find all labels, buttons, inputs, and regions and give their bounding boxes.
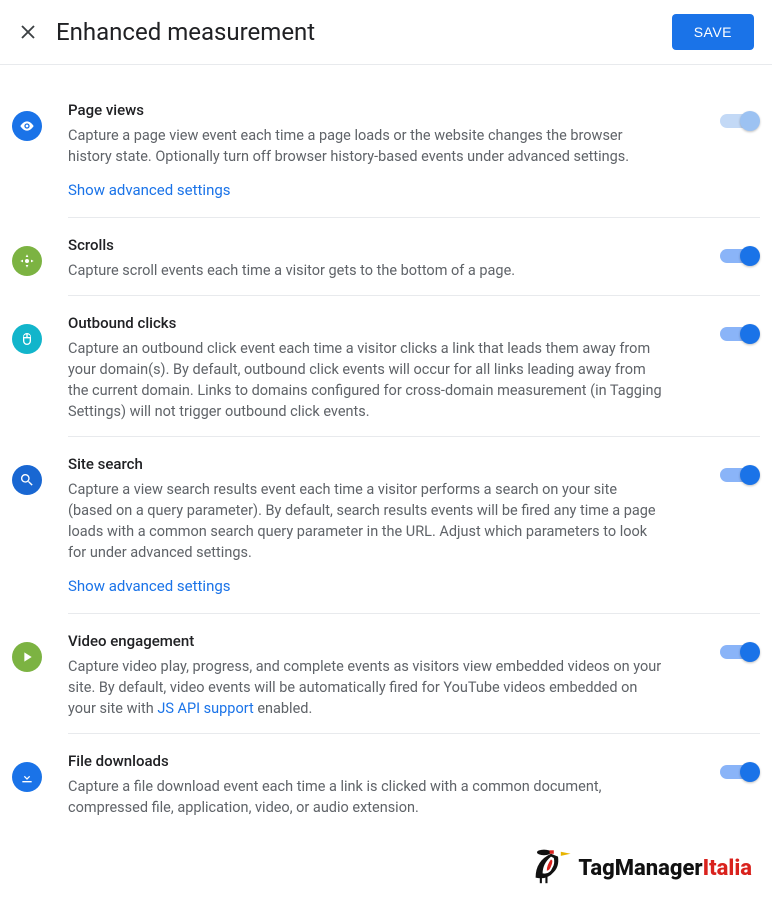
- toggle-outbound-clicks[interactable]: [720, 324, 760, 344]
- setting-row-video-engagement: Video engagement Capture video play, pro…: [68, 614, 760, 734]
- setting-description: Capture video play, progress, and comple…: [68, 656, 664, 719]
- setting-row-scrolls: Scrolls Capture scroll events each time …: [68, 218, 760, 296]
- settings-list: Page views Capture a page view event eac…: [0, 65, 772, 832]
- toggle-page-views[interactable]: [720, 111, 760, 131]
- toggle-scrolls[interactable]: [720, 246, 760, 266]
- show-advanced-link[interactable]: Show advanced settings: [68, 577, 231, 595]
- play-icon: [12, 642, 42, 672]
- toggle-file-downloads[interactable]: [720, 762, 760, 782]
- header: Enhanced measurement SAVE: [0, 0, 772, 65]
- woodpecker-icon: [530, 844, 572, 892]
- mouse-icon: [12, 324, 42, 354]
- setting-title: Outbound clicks: [68, 314, 664, 332]
- toggle-video-engagement[interactable]: [720, 642, 760, 662]
- setting-content: Scrolls Capture scroll events each time …: [68, 236, 760, 281]
- search-icon: [12, 465, 42, 495]
- setting-description: Capture a page view event each time a pa…: [68, 125, 664, 167]
- setting-title: Video engagement: [68, 632, 664, 650]
- description-post: enabled.: [254, 700, 313, 717]
- setting-title: Site search: [68, 455, 664, 473]
- setting-content: Outbound clicks Capture an outbound clic…: [68, 314, 760, 422]
- compass-icon: [12, 246, 42, 276]
- setting-description: Capture scroll events each time a visito…: [68, 260, 664, 281]
- setting-content: File downloads Capture a file download e…: [68, 752, 760, 818]
- setting-content: Site search Capture a view search result…: [68, 455, 760, 599]
- tagmanageritalia-logo: TagManagerItalia: [530, 844, 752, 892]
- download-icon: [12, 762, 42, 792]
- setting-title: File downloads: [68, 752, 664, 770]
- setting-title: Scrolls: [68, 236, 664, 254]
- setting-content: Page views Capture a page view event eac…: [68, 101, 760, 203]
- logo-text: TagManagerItalia: [578, 856, 752, 881]
- setting-description: Capture a view search results event each…: [68, 479, 664, 563]
- header-left: Enhanced measurement: [18, 18, 315, 46]
- setting-row-site-search: Site search Capture a view search result…: [68, 437, 760, 614]
- setting-content: Video engagement Capture video play, pro…: [68, 632, 760, 719]
- save-button[interactable]: SAVE: [672, 14, 754, 50]
- footer-logo: TagManagerItalia: [0, 832, 772, 916]
- setting-title: Page views: [68, 101, 664, 119]
- js-api-support-link[interactable]: JS API support: [157, 700, 253, 717]
- setting-row-outbound-clicks: Outbound clicks Capture an outbound clic…: [68, 296, 760, 437]
- eye-icon: [12, 111, 42, 141]
- setting-description: Capture an outbound click event each tim…: [68, 338, 664, 422]
- close-icon[interactable]: [18, 22, 38, 42]
- logo-text-2: Italia: [703, 856, 752, 881]
- setting-description: Capture a file download event each time …: [68, 776, 664, 818]
- setting-row-page-views: Page views Capture a page view event eac…: [68, 83, 760, 218]
- setting-row-file-downloads: File downloads Capture a file download e…: [68, 734, 760, 832]
- page-title: Enhanced measurement: [56, 18, 315, 46]
- toggle-site-search[interactable]: [720, 465, 760, 485]
- logo-text-1: TagManager: [578, 856, 702, 881]
- show-advanced-link[interactable]: Show advanced settings: [68, 181, 231, 199]
